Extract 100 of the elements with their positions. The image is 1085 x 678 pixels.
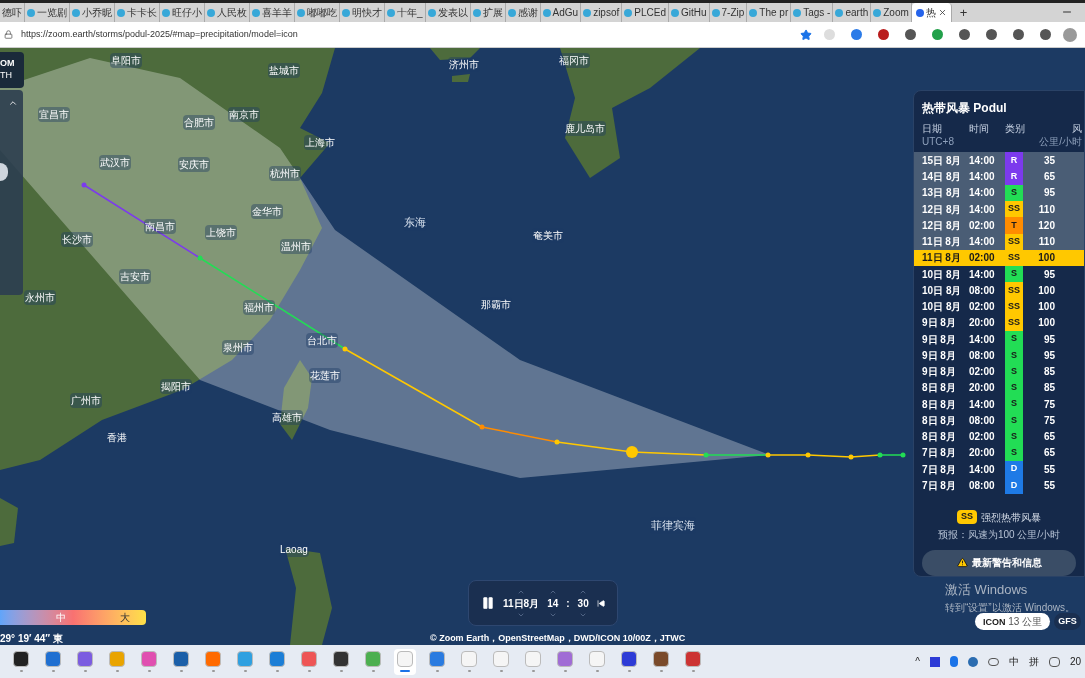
category-badge: D <box>1005 461 1023 478</box>
date-text: 11日 8月 <box>922 251 962 266</box>
warnings-button[interactable]: 最新警告和信息 <box>922 549 1076 576</box>
forecast-row[interactable]: 12日 8月 02:00 T 120 <box>914 217 1084 234</box>
tab-title: 人民枚 <box>217 6 247 20</box>
map-label: 高雄市 <box>271 410 303 425</box>
collapse-icon[interactable] <box>8 98 18 108</box>
activation-subtitle: 转到“设置”以激活 Windows。 <box>945 600 1075 615</box>
time-text: 20:00 <box>969 381 996 396</box>
wind-text: 55 <box>1042 462 1055 477</box>
map-label: 阜阳市 <box>110 53 142 68</box>
wind-text: 120 <box>1037 218 1055 233</box>
tray-icon[interactable] <box>929 656 940 667</box>
lock-icon <box>4 30 13 39</box>
map-label: 合肥市 <box>183 115 215 130</box>
extension-icon[interactable] <box>1040 29 1051 40</box>
forecast-row[interactable]: 9日 8月 02:00 S 85 <box>914 363 1084 380</box>
map-label: 武汉市 <box>99 155 131 170</box>
forecast-row[interactable]: 9日 8月 14:00 S 95 <box>914 331 1084 348</box>
minute-value[interactable]: 30 <box>577 595 589 611</box>
slider-handle[interactable] <box>0 163 8 181</box>
wind-text: 100 <box>1037 251 1055 266</box>
forecast-row[interactable]: 8日 8月 02:00 S 65 <box>914 428 1084 445</box>
map-label: 南京市 <box>228 107 260 122</box>
close-icon[interactable] <box>937 8 947 17</box>
bookmark-star-icon[interactable] <box>800 28 812 41</box>
map-label: 盐城市 <box>268 63 300 78</box>
wind-text: 110 <box>1037 202 1055 217</box>
tab-favicon <box>72 8 80 17</box>
tab-title: 感谢 <box>517 6 538 20</box>
clock-text[interactable]: 20 <box>1069 654 1081 669</box>
category-badge: S <box>1005 396 1023 413</box>
tab-title: Tags - <box>803 6 831 20</box>
tab-title: GitHu <box>680 6 707 20</box>
tab-favicon <box>711 8 720 17</box>
category-badge: D <box>1005 477 1023 494</box>
forecast-row[interactable]: 9日 8月 20:00 SS 100 <box>914 314 1084 332</box>
date-text: 15日 8月 <box>922 153 963 168</box>
extension-icon[interactable] <box>932 29 943 40</box>
taskbar-app[interactable] <box>330 648 352 675</box>
tab-favicon <box>342 8 350 17</box>
forecast-row[interactable]: 7日 8月 20:00 S 65 <box>914 444 1084 462</box>
date-value[interactable]: 11日8月 <box>503 595 540 611</box>
network-icon[interactable] <box>1048 656 1060 667</box>
tab-title: 卡卡长 <box>127 6 157 20</box>
date-text: 9日 8月 <box>922 332 957 347</box>
forecast-row[interactable]: 8日 8月 08:00 S 75 <box>914 412 1084 429</box>
taskbar-app[interactable] <box>650 648 672 675</box>
forecast-row[interactable]: 10日 8月 14:00 S 95 <box>914 266 1084 283</box>
map-label: 永州市 <box>24 290 56 305</box>
forecast-row[interactable]: 8日 8月 14:00 S 75 <box>914 396 1084 413</box>
profile-avatar[interactable] <box>1063 27 1077 42</box>
extension-icon[interactable] <box>851 29 862 40</box>
extension-icon[interactable] <box>1013 29 1024 40</box>
taskbar-app[interactable] <box>618 648 640 675</box>
column-header: 风 <box>1071 122 1082 136</box>
skip-back-icon[interactable] <box>596 597 605 609</box>
forecast-row[interactable]: 15日 8月 14:00 R 35 <box>914 152 1084 169</box>
input-method-text[interactable]: 拼 <box>1028 654 1039 669</box>
map-label: 吉安市 <box>119 269 151 284</box>
extension-icon[interactable] <box>878 29 889 40</box>
tab-favicon <box>27 8 35 17</box>
category-badge: SS <box>957 510 977 524</box>
map-label: 花莲市 <box>309 368 341 383</box>
extension-icon[interactable] <box>905 29 916 40</box>
legend-label: 大 <box>120 611 130 625</box>
date-text: 8日 8月 <box>922 381 957 396</box>
wind-text: 95 <box>1042 267 1055 282</box>
forecast-row[interactable]: 7日 8月 08:00 D 55 <box>914 477 1084 494</box>
input-method-text[interactable]: 中 <box>1008 654 1019 669</box>
forecast-row[interactable]: 9日 8月 08:00 S 95 <box>914 347 1084 364</box>
map-label: 东海 <box>403 214 427 231</box>
forecast-row[interactable]: 10日 8月 08:00 SS 100 <box>914 282 1084 299</box>
extension-icon[interactable] <box>986 29 997 40</box>
tray-icon[interactable] <box>967 656 978 667</box>
tab-title: 热 <box>925 6 936 20</box>
taskbar-app[interactable] <box>10 648 32 675</box>
tab-favicon <box>624 8 633 17</box>
forecast-row[interactable]: 10日 8月 02:00 SS 100 <box>914 298 1084 315</box>
browser-tab[interactable]: 热 <box>911 3 952 22</box>
forecast-row[interactable]: 7日 8月 14:00 D 55 <box>914 461 1084 478</box>
date-text: 7日 8月 <box>922 462 957 477</box>
date-text: 10日 8月 <box>922 267 963 282</box>
map-label: 福州市 <box>243 300 275 315</box>
tray-chevron[interactable]: ^ <box>915 654 920 669</box>
tab-favicon <box>297 8 305 17</box>
category-badge: SS <box>1005 201 1023 218</box>
column-header: 日期 <box>922 122 943 136</box>
hour-value[interactable]: 14 <box>547 595 559 611</box>
forecast-row[interactable]: 12日 8月 14:00 SS 110 <box>914 201 1084 218</box>
pause-button[interactable] <box>481 596 495 610</box>
model-chip[interactable]: ICON 13 公里 <box>975 613 1051 630</box>
forecast-row[interactable]: 8日 8月 20:00 S 85 <box>914 379 1084 397</box>
bluetooth-icon[interactable] <box>949 656 958 667</box>
extension-icon[interactable] <box>959 29 970 40</box>
tab-title: Zoom <box>883 6 909 20</box>
time-text: 14:00 <box>969 186 996 201</box>
model-chip[interactable]: GFS <box>1054 613 1081 630</box>
tab-title: 嘟嘟吃 <box>307 6 337 20</box>
new-tab-button[interactable]: + <box>951 3 976 22</box>
